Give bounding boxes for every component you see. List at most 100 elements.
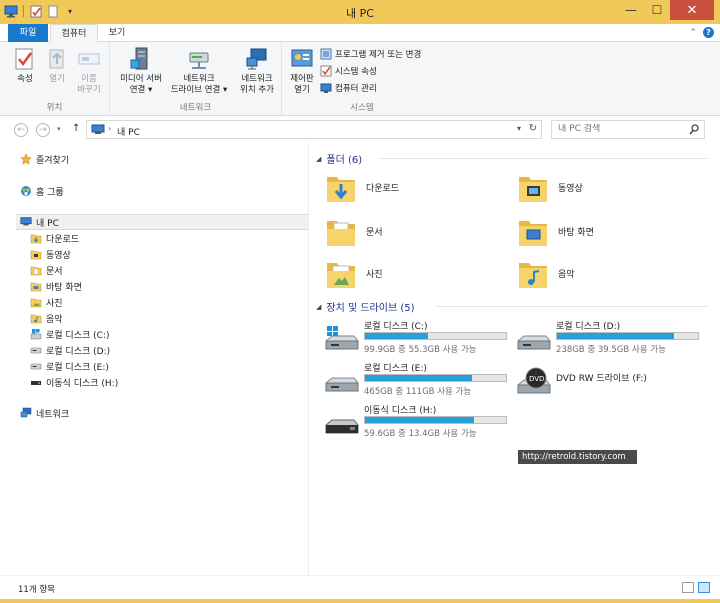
tiles-view-icon[interactable] bbox=[698, 582, 710, 593]
window-controls: — ☐ ✕ bbox=[618, 0, 714, 20]
computer-icon bbox=[20, 216, 32, 228]
desktop-folder-icon bbox=[30, 280, 42, 292]
search-input[interactable] bbox=[558, 124, 678, 134]
videos-folder-icon bbox=[519, 177, 547, 202]
control-panel-icon bbox=[291, 49, 313, 67]
address-bar-row: ← → ▾ ↑ › 내 PC ▾ ↻ bbox=[0, 116, 720, 143]
drive-d[interactable]: 로컬 디스크 (D:) 238GB 중 39.5GB 사용 가능 bbox=[516, 319, 706, 361]
folder-documents[interactable]: 문서 bbox=[326, 215, 383, 247]
open-label: 열기 bbox=[49, 74, 65, 84]
drive-free-space: 238GB 중 39.5GB 사용 가능 bbox=[556, 345, 666, 355]
folder-pictures[interactable]: 사진 bbox=[326, 257, 383, 289]
open-button[interactable]: 열기 bbox=[42, 46, 72, 85]
add-network-location-label: 네트워크 위치 추가 bbox=[240, 74, 274, 95]
folder-label: 다운로드 bbox=[366, 183, 400, 194]
nav-item-favorites[interactable]: 즐겨찾기 bbox=[20, 151, 69, 167]
folder-music[interactable]: 음악 bbox=[518, 257, 575, 289]
drive-usage-fill bbox=[365, 375, 473, 381]
nav-item-network[interactable]: 네트워크 bbox=[20, 405, 69, 421]
nav-label: 이동식 디스크 (H:) bbox=[46, 378, 119, 389]
group-label-network: 네트워크 bbox=[179, 103, 212, 113]
nav-item-downloads[interactable]: 다운로드 bbox=[30, 230, 79, 246]
recent-locations-icon[interactable]: ▾ bbox=[57, 125, 61, 133]
folders-section-header[interactable]: ◢ 폴더 (6) bbox=[316, 151, 362, 167]
nav-item-documents[interactable]: 문서 bbox=[30, 262, 63, 278]
add-network-location-button[interactable]: 네트워크 위치 추가 bbox=[234, 46, 280, 96]
navigation-pane: 즐겨찾기 홈 그룹 내 PC 다운로드 동영상 문서 바탕 화면 사진 음악 로… bbox=[0, 143, 309, 575]
refresh-icon[interactable]: ↻ bbox=[529, 123, 537, 134]
computer-management-button[interactable]: 컴퓨터 관리 bbox=[320, 81, 377, 95]
close-button[interactable]: ✕ bbox=[670, 0, 714, 20]
properties-button[interactable]: 속성 bbox=[10, 46, 40, 85]
tab-computer[interactable]: 컴퓨터 bbox=[50, 24, 98, 43]
minimize-button[interactable]: — bbox=[618, 0, 644, 20]
drive-icon bbox=[30, 344, 42, 356]
map-network-drive-button[interactable]: 네트워크 드라이브 연결 ▾ bbox=[166, 46, 232, 96]
folder-label: 동영상 bbox=[558, 183, 583, 194]
system-properties-button[interactable]: 시스템 속성 bbox=[320, 64, 377, 78]
nav-item-drive-e[interactable]: 로컬 디스크 (E:) bbox=[30, 358, 109, 374]
nav-item-desktop[interactable]: 바탕 화면 bbox=[30, 278, 82, 294]
nav-item-music[interactable]: 음악 bbox=[30, 310, 63, 326]
drive-usage-bar bbox=[556, 332, 699, 340]
collapse-chevron-icon[interactable]: ◢ bbox=[316, 303, 321, 311]
address-field[interactable]: › 내 PC ▾ ↻ bbox=[86, 120, 542, 139]
tab-file[interactable]: 파일 bbox=[8, 24, 48, 42]
chevron-down-icon[interactable]: ▾ bbox=[517, 124, 521, 133]
open-control-panel-button[interactable]: 제어판 열기 bbox=[286, 46, 318, 96]
collapse-chevron-icon[interactable]: ◢ bbox=[316, 155, 321, 163]
nav-label: 로컬 디스크 (E:) bbox=[46, 362, 109, 373]
folder-desktop[interactable]: 바탕 화면 bbox=[518, 215, 594, 247]
nav-item-pictures[interactable]: 사진 bbox=[30, 294, 63, 310]
nav-item-this-pc[interactable]: 내 PC bbox=[20, 214, 59, 230]
status-bar: 11개 항목 bbox=[0, 575, 720, 599]
nav-item-videos[interactable]: 동영상 bbox=[30, 246, 71, 262]
folder-videos[interactable]: 동영상 bbox=[518, 171, 583, 203]
uninstall-icon bbox=[320, 48, 332, 60]
nav-item-drive-c[interactable]: 로컬 디스크 (C:) bbox=[30, 326, 109, 342]
drive-c[interactable]: 로컬 디스크 (C:) 99.9GB 중 55.3GB 사용 가능 bbox=[324, 319, 514, 361]
properties-label: 속성 bbox=[17, 74, 33, 84]
search-box[interactable] bbox=[551, 120, 705, 139]
maximize-button[interactable]: ☐ bbox=[644, 0, 670, 20]
search-icon[interactable] bbox=[689, 124, 699, 135]
uninstall-program-button[interactable]: 프로그램 제거 또는 변경 bbox=[320, 47, 421, 61]
media-server-label: 미디어 서버 연결 ▾ bbox=[120, 74, 162, 95]
address-path[interactable]: 내 PC bbox=[117, 125, 140, 138]
map-network-drive-label: 네트워크 드라이브 연결 ▾ bbox=[170, 74, 228, 95]
nav-label: 바탕 화면 bbox=[46, 282, 82, 293]
nav-label: 로컬 디스크 (D:) bbox=[46, 346, 111, 357]
up-arrow-icon[interactable]: ↑ bbox=[72, 123, 80, 134]
explorer-window: ▾ 내 PC — ☐ ✕ 파일 컴퓨터 보기 ⌃ ? 속성 열기 이름 바꾸기 … bbox=[0, 0, 720, 603]
forward-button[interactable]: → bbox=[36, 123, 50, 137]
videos-folder-icon bbox=[30, 248, 42, 260]
drive-usage-fill bbox=[365, 417, 474, 423]
nav-label: 동영상 bbox=[46, 250, 71, 261]
back-button[interactable]: ← bbox=[14, 123, 28, 137]
dvd-drive-icon: DVD bbox=[517, 367, 551, 394]
help-icon[interactable]: ? bbox=[703, 27, 714, 38]
ribbon: 속성 열기 이름 바꾸기 위치 미디어 서버 연결 ▾ 네트워크 드라이브 연결… bbox=[0, 42, 720, 116]
drives-section-header[interactable]: ◢ 장치 및 드라이브 (5) bbox=[316, 299, 415, 315]
drives-header-label: 장치 및 드라이브 (5) bbox=[326, 303, 415, 314]
drive-f-dvd[interactable]: DVD DVD RW 드라이브 (F:) bbox=[516, 361, 706, 403]
svg-text:DVD: DVD bbox=[529, 375, 544, 383]
network-icon bbox=[20, 407, 32, 419]
folder-downloads[interactable]: 다운로드 bbox=[326, 171, 399, 203]
drive-e[interactable]: 로컬 디스크 (E:) 465GB 중 111GB 사용 가능 bbox=[324, 361, 514, 403]
breadcrumb-chevron-icon[interactable]: › bbox=[108, 124, 111, 133]
nav-item-drive-h[interactable]: 이동식 디스크 (H:) bbox=[30, 374, 118, 390]
nav-item-drive-d[interactable]: 로컬 디스크 (D:) bbox=[30, 342, 110, 358]
network-drive-icon bbox=[189, 52, 209, 69]
chevron-up-icon[interactable]: ⌃ bbox=[689, 28, 697, 38]
rename-button[interactable]: 이름 바꾸기 bbox=[72, 46, 106, 96]
ribbon-group-location: 속성 열기 이름 바꾸기 위치 bbox=[0, 42, 110, 116]
tab-view[interactable]: 보기 bbox=[102, 24, 132, 42]
details-view-icon[interactable] bbox=[682, 582, 694, 593]
content-area: 즐겨찾기 홈 그룹 내 PC 다운로드 동영상 문서 바탕 화면 사진 음악 로… bbox=[0, 143, 720, 575]
system-properties-icon bbox=[320, 65, 332, 77]
nav-item-homegroup[interactable]: 홈 그룹 bbox=[20, 183, 64, 199]
media-server-button[interactable]: 미디어 서버 연결 ▾ bbox=[114, 46, 168, 96]
download-folder-icon bbox=[30, 232, 42, 244]
drive-h[interactable]: 이동식 디스크 (H:) 59.6GB 중 13.4GB 사용 가능 bbox=[324, 403, 514, 445]
